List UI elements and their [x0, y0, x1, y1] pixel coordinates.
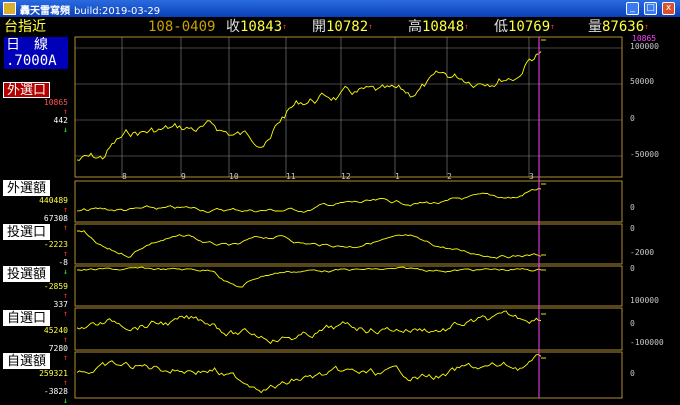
month-label-10: 10 [229, 172, 239, 181]
pane-frame [74, 223, 623, 265]
month-label-3: 3 [529, 172, 534, 181]
month-label-2: 2 [447, 172, 452, 181]
pane2-axis-0: 0 [630, 203, 635, 212]
main-axis-100000: 100000 [630, 42, 659, 51]
pane-frame [74, 307, 623, 351]
chart-frames [74, 36, 623, 399]
pane5-axis-neg100000: -100000 [630, 338, 664, 347]
dealer-option-lots-line [76, 310, 542, 345]
month-label-8: 8 [122, 172, 127, 181]
foreign-option-amount-line [76, 187, 542, 213]
pane3-axis-0: 0 [630, 224, 635, 233]
main-axis-neg50000: -50000 [630, 150, 659, 159]
dealer-option-amount-line [76, 354, 542, 394]
month-label-12: 12 [341, 172, 351, 181]
trust-option-amount-line [76, 266, 542, 288]
foreign-option-lots-line [76, 51, 542, 161]
main-axis-0: 0 [630, 114, 635, 123]
pane4-axis-0: 0 [630, 264, 635, 273]
pane5-axis-100000: 100000 [630, 296, 659, 305]
pane5-axis-0: 0 [630, 319, 635, 328]
pane-frame [74, 351, 623, 399]
chart-grid [75, 37, 622, 177]
pane6-axis-0: 0 [630, 369, 635, 378]
pane3-axis-neg2000: -2000 [630, 248, 654, 257]
chart-lines [76, 39, 546, 394]
month-label-11: 11 [286, 172, 296, 181]
main-axis-50000: 50000 [630, 77, 654, 86]
trust-option-lots-line [77, 230, 542, 259]
chart-area[interactable]: 10865 100000 50000 0 -50000 0 0 -2000 0 … [0, 0, 680, 400]
pane-frame [74, 265, 623, 307]
month-label-9: 9 [181, 172, 186, 181]
month-label-1: 1 [395, 172, 400, 181]
